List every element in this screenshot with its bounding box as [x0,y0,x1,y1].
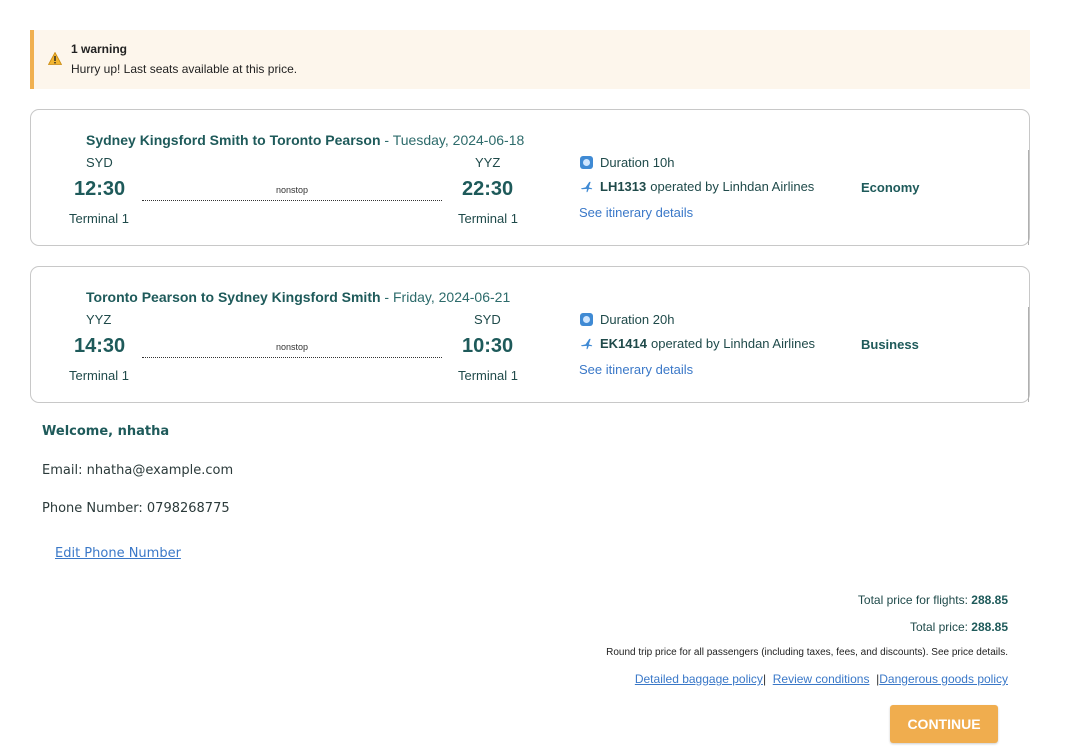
flight-card-return: Toronto Pearson to Sydney Kingsford Smit… [30,266,1030,403]
clock-icon [580,156,593,169]
warning-message: Hurry up! Last seats available at this p… [71,62,298,76]
flight-number: EK1414 [600,336,647,351]
flight-number: LH1313 [600,179,647,194]
origin-terminal: Terminal 1 [69,211,129,226]
cabin-class: Business [861,337,919,352]
itinerary-details-link[interactable]: See itinerary details [579,362,693,377]
welcome-text: Welcome, nhatha [42,424,170,439]
stops-label: nonstop [275,342,309,352]
airplane-icon [580,338,593,350]
duration: Duration 20h [580,312,674,327]
arrival-time: 10:30 [462,335,514,357]
airplane-icon [580,181,593,193]
origin-code: SYD [86,155,113,170]
flight-date: - Tuesday, 2024-06-18 [380,132,525,148]
user-email: Email: nhatha@example.com [42,463,234,478]
origin-terminal: Terminal 1 [69,368,129,383]
destination-code: SYD [474,312,501,327]
duration-text: Duration 20h [600,312,675,327]
user-phone: Phone Number: 0798268775 [42,501,230,516]
cabin-class: Economy [861,180,920,195]
card-edge [1028,150,1029,245]
warning-triangle-icon [48,52,62,65]
duration: Duration 10h [580,155,674,170]
flight-title: Toronto Pearson to Sydney Kingsford Smit… [86,289,510,305]
stops-label: nonstop [275,185,309,195]
flight-operator: EK1414 operated by Linhdan Airlines [580,336,815,351]
arrival-time: 22:30 [462,178,514,200]
edit-phone-link[interactable]: Edit Phone Number [55,546,181,561]
origin-code: YYZ [86,312,112,327]
card-edge [1028,307,1029,402]
flight-card-outbound: Sydney Kingsford Smith to Toronto Pearso… [30,109,1030,246]
destination-terminal: Terminal 1 [458,368,518,383]
clock-icon [580,313,593,326]
flight-title: Sydney Kingsford Smith to Toronto Pearso… [86,132,524,148]
flights-total-label: Total price for flights: [857,593,972,607]
policy-links: Detailed baggage policy| Review conditio… [635,672,1008,686]
itinerary-details-link[interactable]: See itinerary details [579,205,693,220]
flight-route: Toronto Pearson to Sydney Kingsford Smit… [86,289,381,305]
route-line [142,357,442,358]
departure-time: 12:30 [74,178,126,200]
destination-code: YYZ [475,155,501,170]
departure-time: 14:30 [74,335,126,357]
price-note: Round trip price for all passengers (inc… [606,647,1008,658]
total-price: Total price: 288.85 [910,620,1008,634]
flight-route: Sydney Kingsford Smith to Toronto Pearso… [86,132,381,148]
operator-text: operated by Linhdan Airlines [650,336,816,351]
duration-text: Duration 10h [600,155,675,170]
warning-title: 1 warning [71,42,128,56]
route-line [142,200,442,201]
review-conditions-link[interactable]: Review conditions [773,672,870,686]
continue-button[interactable]: CONTINUE [890,705,998,743]
destination-terminal: Terminal 1 [458,211,518,226]
flights-total-price: Total price for flights: 288.85 [858,593,1008,607]
total-price-label: Total price: [909,620,972,634]
operator-text: operated by Linhdan Airlines [650,179,815,194]
total-price-value: 288.85 [971,620,1008,634]
link-separator: | [869,672,880,686]
flight-operator: LH1313 operated by Linhdan Airlines [580,179,814,194]
link-separator: | [762,672,773,686]
dangerous-goods-link[interactable]: Dangerous goods policy [879,672,1008,686]
flight-date: - Friday, 2024-06-21 [380,289,511,305]
baggage-policy-link[interactable]: Detailed baggage policy [635,672,763,686]
flights-total-value: 288.85 [971,593,1008,607]
warning-banner: 1 warning Hurry up! Last seats available… [30,30,1030,89]
